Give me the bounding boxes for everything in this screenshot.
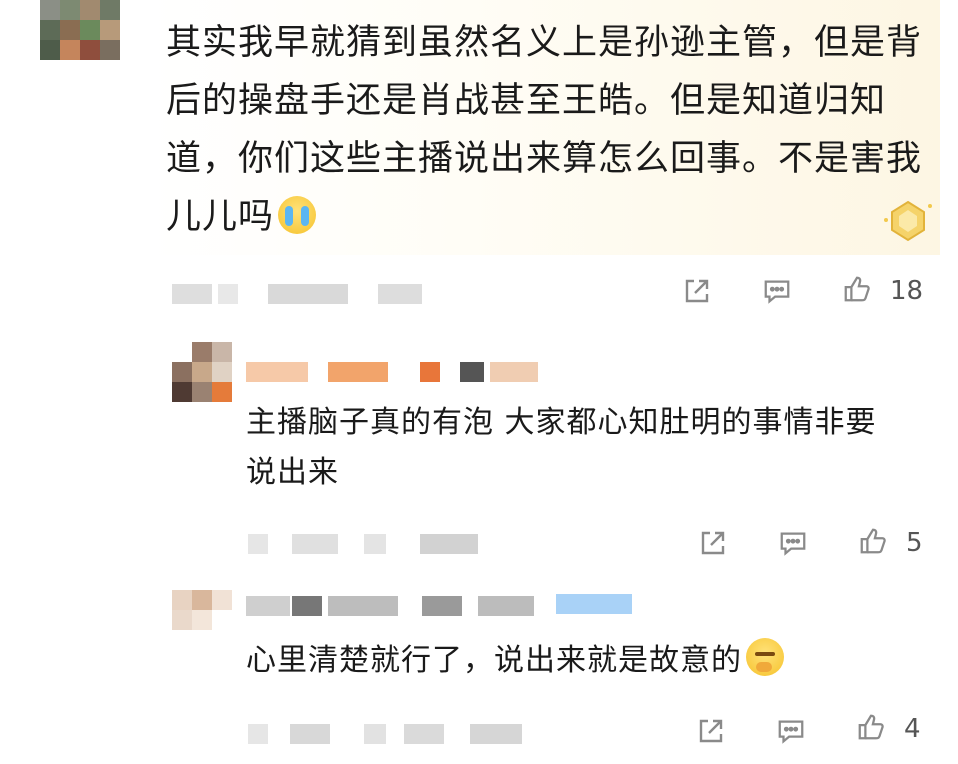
badge-icon xyxy=(880,196,936,246)
like-count: 4 xyxy=(904,714,921,744)
comment-icon[interactable] xyxy=(762,276,792,306)
username xyxy=(556,594,632,614)
like-count: 5 xyxy=(906,528,923,558)
username xyxy=(420,362,440,382)
like-icon[interactable] xyxy=(858,526,888,556)
meta-info xyxy=(364,534,386,554)
meta-info xyxy=(378,284,422,304)
meta-info xyxy=(292,534,338,554)
meta-info xyxy=(364,724,386,744)
username xyxy=(422,596,462,616)
username xyxy=(478,596,534,616)
meta-info xyxy=(218,284,238,304)
avatar[interactable] xyxy=(172,590,232,630)
like-icon[interactable] xyxy=(856,712,886,742)
avatar[interactable] xyxy=(172,342,232,402)
meta-info xyxy=(248,534,268,554)
avatar[interactable] xyxy=(40,0,120,60)
username xyxy=(490,362,538,382)
comment-text: 其实我早就猜到虽然名义上是孙逊主管，但是背后的操盘手还是肖战甚至王皓。但是知道归… xyxy=(166,14,926,246)
meta-info xyxy=(404,724,444,744)
share-icon[interactable] xyxy=(698,528,728,558)
comment-icon[interactable] xyxy=(778,528,808,558)
reply-body: 心里清楚就行了，说出来就是故意的 xyxy=(246,643,742,678)
thinking-face-icon xyxy=(746,638,784,676)
meta-info xyxy=(248,724,268,744)
comment-icon[interactable] xyxy=(776,716,806,746)
meta-info xyxy=(420,534,478,554)
username xyxy=(292,596,322,616)
reply-text: 心里清楚就行了，说出来就是故意的 xyxy=(246,636,906,686)
like-icon[interactable] xyxy=(842,274,872,304)
share-icon[interactable] xyxy=(682,276,712,306)
username xyxy=(460,362,484,382)
share-icon[interactable] xyxy=(696,716,726,746)
reply-text: 主播脑子真的有泡 大家都心知肚明的事情非要说出来 xyxy=(246,405,877,490)
username xyxy=(246,596,290,616)
meta-info xyxy=(290,724,330,744)
meta-info xyxy=(268,284,348,304)
username xyxy=(328,362,388,382)
crying-face-icon xyxy=(278,196,317,234)
like-count: 18 xyxy=(890,276,924,306)
username xyxy=(246,362,308,382)
username xyxy=(328,596,398,616)
meta-info xyxy=(172,284,212,304)
meta-info xyxy=(470,724,522,744)
